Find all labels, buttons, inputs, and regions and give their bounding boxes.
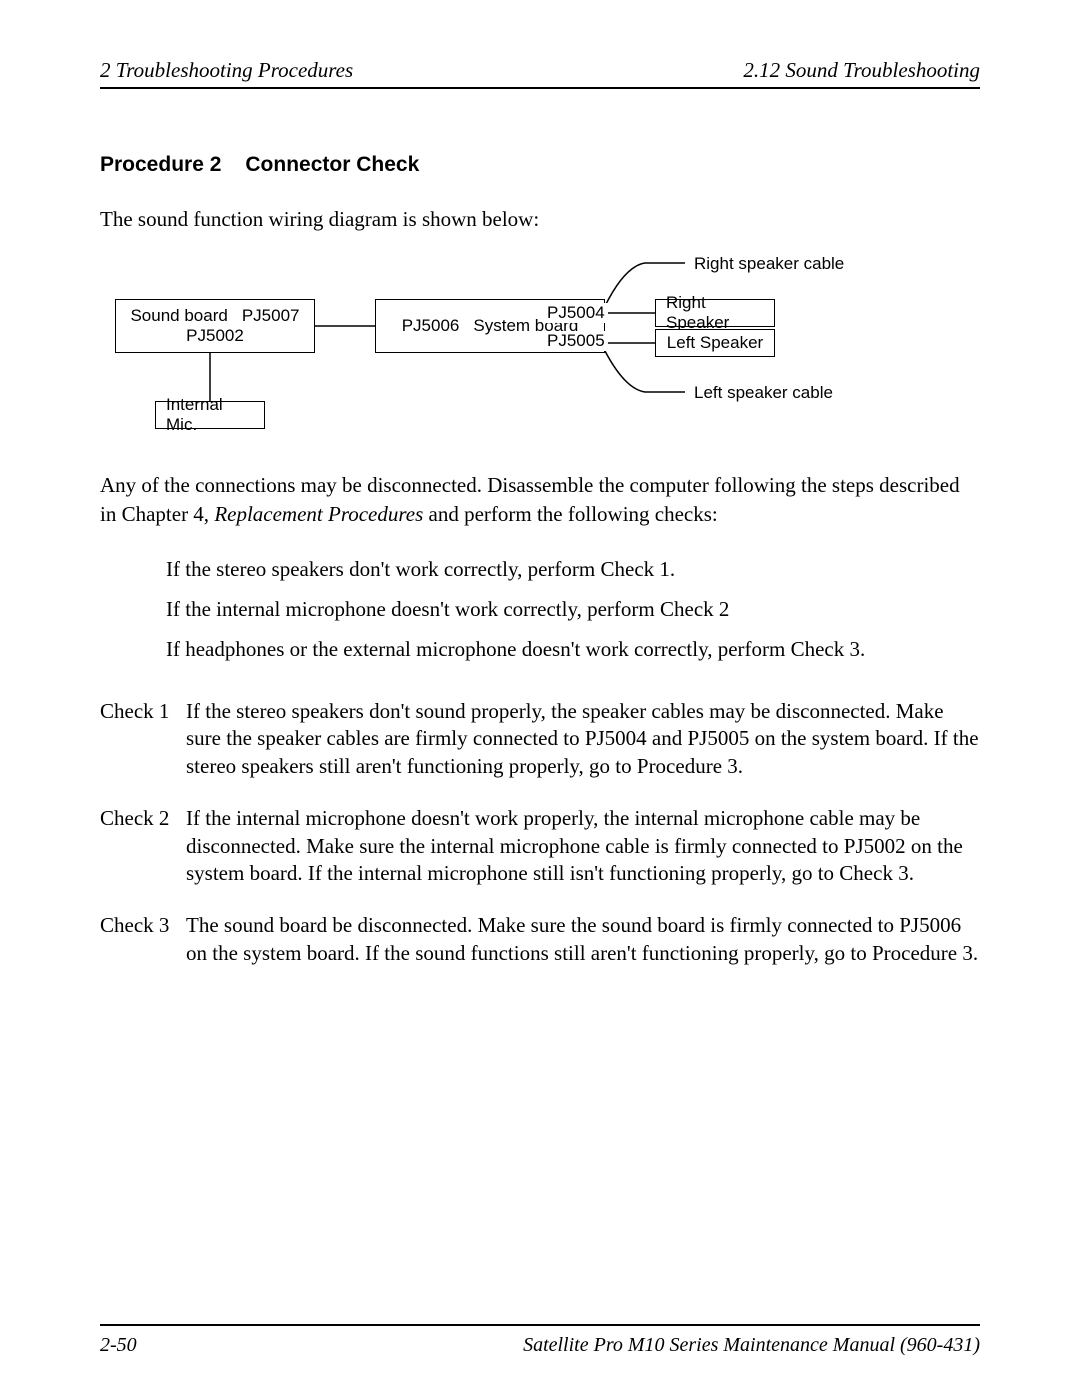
- list-item: If the stereo speakers don't work correc…: [166, 550, 980, 590]
- page-footer: 2-50 Satellite Pro M10 Series Maintenanc…: [100, 1324, 980, 1357]
- para-2c: and perform the following checks:: [423, 502, 718, 526]
- internal-mic-box: Internal Mic.: [155, 401, 265, 429]
- left-cable-label: Left speaker cable: [691, 383, 836, 403]
- header-right: 2.12 Sound Troubleshooting: [743, 58, 980, 83]
- sound-board-box: Sound board PJ5007 PJ5002: [115, 299, 315, 353]
- check-1: Check 1 If the stereo speakers don't sou…: [100, 698, 980, 781]
- right-cable-label: Right speaker cable: [691, 254, 847, 274]
- right-speaker-box: Right Speaker: [655, 299, 775, 327]
- header-rule: [100, 87, 980, 89]
- footer-right: Satellite Pro M10 Series Maintenance Man…: [523, 1334, 980, 1357]
- check-2: Check 2 If the internal microphone doesn…: [100, 805, 980, 888]
- footer-rule: [100, 1324, 980, 1326]
- procedure-heading: Procedure 2 Connector Check: [100, 153, 980, 177]
- wiring-diagram: Sound board PJ5007 PJ5002 PJ5006 System …: [100, 251, 960, 451]
- pj5004-label: PJ5004: [544, 303, 608, 323]
- left-speaker-label: Left Speaker: [667, 333, 763, 353]
- pj5006-label: PJ5006: [402, 316, 460, 336]
- check-body: The sound board be disconnected. Make su…: [186, 912, 980, 967]
- check-3: Check 3 The sound board be disconnected.…: [100, 912, 980, 967]
- check-body: If the stereo speakers don't sound prope…: [186, 698, 980, 781]
- pj5002-label: PJ5002: [186, 326, 244, 346]
- condition-list: If the stereo speakers don't work correc…: [166, 550, 980, 670]
- list-item: If the internal microphone doesn't work …: [166, 590, 980, 630]
- check-label: Check 2: [100, 805, 186, 888]
- intro-text: The sound function wiring diagram is sho…: [100, 205, 980, 233]
- para-2: Any of the connections may be disconnect…: [100, 471, 980, 528]
- para-2b: Replacement Procedures: [214, 502, 423, 526]
- list-item: If headphones or the external microphone…: [166, 630, 980, 670]
- pj5005-label: PJ5005: [544, 331, 608, 351]
- procedure-number: Procedure 2: [100, 153, 221, 176]
- header-left: 2 Troubleshooting Procedures: [100, 58, 353, 83]
- check-label: Check 3: [100, 912, 186, 967]
- left-speaker-box: Left Speaker: [655, 329, 775, 357]
- procedure-title: Connector Check: [245, 153, 419, 176]
- sound-board-label: Sound board: [130, 306, 227, 326]
- pj5007-label: PJ5007: [242, 306, 300, 326]
- check-label: Check 1: [100, 698, 186, 781]
- check-body: If the internal microphone doesn't work …: [186, 805, 980, 888]
- right-speaker-label: Right Speaker: [666, 293, 764, 333]
- page-header: 2 Troubleshooting Procedures 2.12 Sound …: [100, 58, 980, 83]
- internal-mic-label: Internal Mic.: [166, 395, 254, 435]
- footer-left: 2-50: [100, 1334, 137, 1357]
